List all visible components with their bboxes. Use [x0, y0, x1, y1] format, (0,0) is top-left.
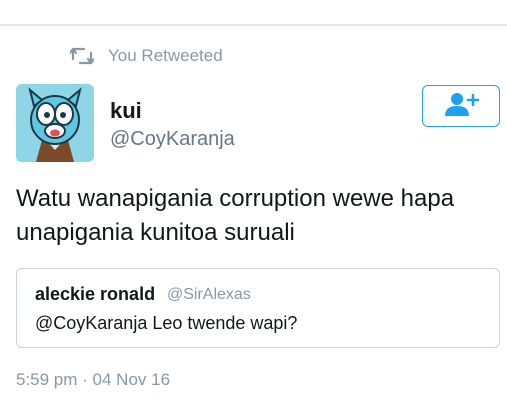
follow-user-icon — [443, 91, 480, 122]
retweet-icon — [68, 46, 96, 66]
top-bar — [0, 0, 507, 26]
quoted-author-name: aleckie ronald — [35, 284, 156, 304]
quoted-tweet-text: @CoyKaranja Leo twende wapi? — [35, 313, 298, 333]
retweet-label: You Retweeted — [108, 46, 223, 65]
tweet-text: Watu wanapigania corruption wewe hapa un… — [16, 185, 455, 246]
follow-button[interactable] — [422, 85, 500, 127]
author-handle[interactable]: @CoyKaranja — [110, 128, 235, 151]
tweet-timestamp: 5:59 pm · 04 Nov 16 — [16, 370, 171, 389]
retweet-context: You Retweeted — [0, 42, 507, 70]
author-name[interactable]: kui — [110, 98, 142, 124]
avatar[interactable] — [16, 84, 94, 162]
quoted-tweet-card[interactable]: aleckie ronald @SirAlexas @CoyKaranja Le… — [16, 268, 500, 348]
quoted-author-handle: @SirAlexas — [167, 286, 251, 303]
